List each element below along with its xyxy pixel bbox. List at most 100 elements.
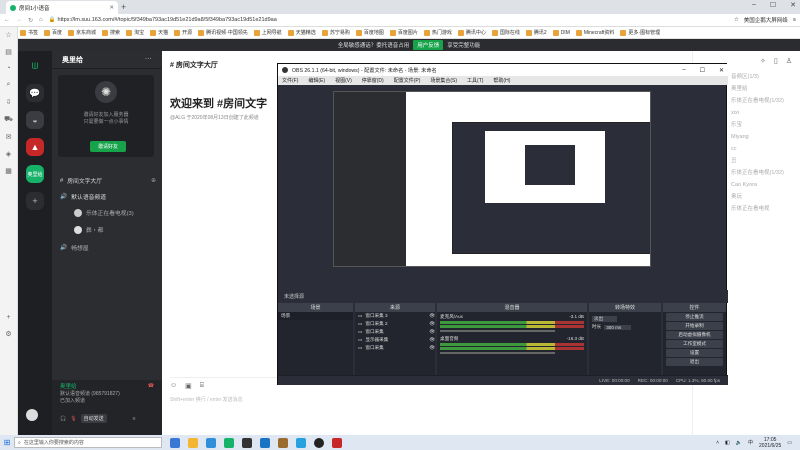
obs-menu-item[interactable]: 编辑(E) (308, 77, 325, 84)
new-tab-icon[interactable]: + (121, 2, 126, 12)
emoji-icon[interactable]: ☺ (170, 382, 177, 390)
taskbar-search[interactable]: ⌕ 在这里输入你要搜索的内容 (14, 437, 162, 448)
menu-icon[interactable]: ≡ (793, 17, 796, 23)
browser-icon[interactable] (224, 437, 234, 448)
file-icon[interactable]: ⌸ (200, 382, 204, 390)
member-item[interactable]: 丑 (731, 155, 800, 167)
volume-slider[interactable] (440, 352, 556, 354)
arch-icon[interactable] (332, 437, 342, 448)
obs-menu-item[interactable]: 配置文件(P) (394, 77, 421, 84)
visibility-icon[interactable]: 👁 (429, 345, 435, 351)
voice-member[interactable]: 彝・都 (74, 224, 154, 235)
member-item[interactable]: cc (731, 143, 800, 155)
user-avatar[interactable] (26, 409, 38, 421)
member-item[interactable]: 奥里给 (731, 83, 800, 95)
edge-icon[interactable] (206, 437, 216, 448)
network-icon[interactable]: ◧ (725, 440, 730, 446)
obs-menu-item[interactable]: 工具(T) (467, 77, 483, 84)
visibility-icon[interactable]: 👁 (429, 329, 435, 335)
member-item[interactable]: Miyang (731, 131, 800, 143)
maximize-icon[interactable]: ☐ (700, 67, 705, 74)
bookmark-item[interactable]: 书签 (20, 29, 38, 36)
member-item[interactable]: 乐体正在看电视 (731, 203, 800, 215)
volume-slider[interactable] (440, 330, 556, 332)
download-icon[interactable]: ⇩ (6, 98, 12, 106)
url-field[interactable]: 🔒 https://lm.suu.163.com/#/topic/5f349ba… (49, 15, 728, 25)
obs-menu-item[interactable]: 视图(V) (335, 77, 352, 84)
browser-tab[interactable]: 房间1小语音 ✕ (6, 1, 118, 14)
obs-menu-item[interactable]: 停靠窗(D) (362, 77, 384, 84)
member-item[interactable]: 乐宝 (731, 119, 800, 131)
close-window-icon[interactable]: ✕ (790, 1, 796, 9)
minimize-icon[interactable]: – (682, 67, 685, 74)
search-icon[interactable]: ⌕ (7, 81, 11, 89)
visibility-icon[interactable]: 👁 (429, 313, 435, 319)
server-icon-1[interactable]: ◒ (26, 111, 44, 129)
close-tab-icon[interactable]: ✕ (109, 5, 114, 11)
invite-button[interactable]: 邀请好友 (90, 141, 126, 152)
task-view-icon[interactable] (170, 437, 180, 448)
server-icon-arch[interactable]: ▲ (26, 138, 44, 156)
bookmark-item[interactable]: 腾讯视频·中国领先 (198, 29, 248, 36)
bookmark-icon[interactable]: ▤ (5, 48, 12, 56)
headphone-icon[interactable]: 🎧 (60, 416, 66, 422)
add-icon[interactable]: + (6, 314, 10, 321)
ime-indicator[interactable]: 中 (748, 439, 753, 446)
game-icon[interactable]: ◈ (6, 150, 11, 158)
steam-icon[interactable] (242, 437, 252, 448)
live-button[interactable]: 自动发送 (80, 414, 107, 423)
member-item[interactable]: 乐体正在看电视(1/32) (731, 167, 800, 179)
bookmark-icon[interactable]: ▯ (774, 57, 778, 65)
shop-icon[interactable]: ⛟ (4, 115, 13, 124)
user-icon[interactable]: ♙ (786, 57, 792, 65)
clock[interactable]: 17:05 2021/6/25 (759, 437, 781, 449)
home-icon[interactable]: ⌂ (39, 17, 43, 23)
bookmark-item[interactable]: Minecraft资料 (575, 29, 614, 36)
server-header[interactable]: 奥里给 ··· (52, 51, 162, 69)
control-button[interactable]: 开始录制 (666, 322, 723, 330)
channel-other[interactable]: 🔊 畅想屋 (60, 242, 156, 253)
server-icon-active[interactable]: 奥里给 (26, 165, 44, 183)
settings-icon[interactable]: ⚙ (5, 330, 11, 338)
voice-member[interactable]: 乐体正在看电视(3) (74, 207, 154, 218)
obs-preview[interactable] (333, 91, 651, 267)
chat-icon[interactable]: ✉ (6, 133, 12, 141)
bookmark-item[interactable]: 腾讯2 (525, 29, 547, 36)
visibility-icon[interactable]: 👁 (429, 337, 435, 343)
bookmark-item[interactable]: DIM (552, 29, 570, 36)
transition-type[interactable]: 淡出 (589, 315, 661, 323)
bookmark-item[interactable]: 国际在线 (491, 29, 520, 36)
star-icon[interactable]: ☆ (5, 31, 11, 39)
image-icon[interactable]: ▣ (185, 382, 192, 390)
volume-icon[interactable]: 🔈 (736, 440, 742, 446)
pin-icon[interactable]: ✧ (760, 57, 766, 65)
add-member-icon[interactable]: ⊕ (151, 178, 156, 184)
bookmark-item[interactable]: 淘宝 (126, 29, 144, 36)
star-icon[interactable]: ☆ (734, 17, 739, 23)
file-explorer-icon[interactable] (188, 437, 198, 448)
member-item[interactable]: xixi (731, 107, 800, 119)
history-icon[interactable]: ◔ (6, 65, 10, 72)
chevron-up-icon[interactable]: ˄ (716, 440, 719, 446)
dm-icon[interactable]: 💬 (26, 84, 44, 102)
bookmark-item[interactable]: 苏宁易购 (321, 29, 350, 36)
notice-button[interactable]: 用户反馈 (413, 40, 444, 50)
control-button[interactable]: 设置 (666, 349, 723, 357)
bookmark-item[interactable]: 天猫精选 (287, 29, 316, 36)
minimize-icon[interactable]: – (752, 1, 756, 9)
close-window-icon[interactable]: ✕ (719, 67, 724, 74)
add-server-icon[interactable]: + (26, 192, 44, 210)
obs-icon[interactable] (314, 437, 324, 448)
bookmark-item[interactable]: 腾讯中心 (457, 29, 486, 36)
source-item[interactable]: ▭ 显示器采集 👁 (355, 336, 435, 344)
source-item[interactable]: ▭ 窗口采集 2 👁 (355, 320, 435, 328)
source-item[interactable]: ▭ 窗口采集 3 👁 (355, 312, 435, 320)
source-item[interactable]: ▭ 窗口采集 👁 (355, 328, 435, 336)
bookmark-item[interactable]: 百度 (44, 29, 62, 36)
obs-menu-item[interactable]: 文件(F) (282, 77, 298, 84)
apps-icon[interactable]: ▦ (5, 167, 12, 175)
obs-menu-item[interactable]: 帮助(H) (493, 77, 510, 84)
source-item[interactable]: ▭ 窗口采集 👁 (355, 344, 435, 352)
member-item[interactable]: 奥玩 (731, 191, 800, 203)
back-icon[interactable]: ← (4, 17, 10, 23)
